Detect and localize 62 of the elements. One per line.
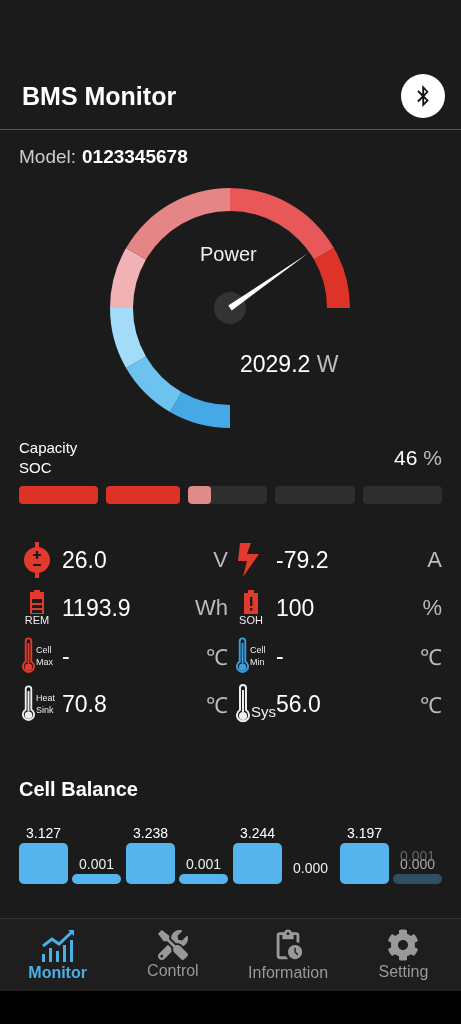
metric-unit: V (213, 547, 228, 573)
model-label: Model: (19, 146, 77, 168)
soc-reading: 46 % (394, 446, 442, 470)
cell-diff: 0.000 (292, 860, 328, 876)
metric-unit: % (422, 595, 442, 621)
metric-unit: ℃ (206, 692, 228, 719)
metric-value: -79.2 (276, 546, 330, 574)
metric-value: - (62, 642, 71, 670)
metric-value: 56.0 (276, 690, 322, 718)
nav-tab[interactable]: Information (230, 919, 346, 991)
nav-tab[interactable]: Control (115, 919, 231, 991)
battery-icon (30, 590, 44, 614)
thermometer-icon (236, 684, 250, 724)
voltage-icon (22, 542, 52, 578)
cell-bar (340, 843, 389, 884)
battery-alert-icon (244, 590, 258, 614)
cell-bar (126, 843, 175, 884)
metric-caption: Cell Min (250, 644, 267, 668)
soc-label: SOC (19, 458, 53, 478)
cell-voltage: 3.238 (132, 825, 168, 841)
metric-unit: A (427, 547, 442, 573)
thermometer-icon (22, 684, 35, 724)
cell-bar (19, 843, 68, 884)
cell-voltage: 3.127 (25, 825, 61, 841)
needle-hub (214, 292, 246, 324)
cell-voltage: 3.244 (239, 825, 275, 841)
metric-caption: SOH (239, 614, 263, 626)
nav-tab[interactable]: Monitor (0, 919, 116, 991)
metric-value: 1193.9 (62, 594, 132, 622)
diff-bar (179, 874, 228, 884)
metric-unit: ℃ (420, 692, 442, 719)
metric-value: 26.0 (62, 546, 108, 574)
chart-icon (39, 928, 76, 962)
tools-icon (157, 930, 188, 960)
section-title: Cell Balance (18, 777, 139, 801)
metric-unit: Wh (195, 595, 228, 621)
metric-unit: ℃ (206, 644, 228, 671)
bluetooth-button[interactable] (401, 74, 445, 118)
metric-value: 100 (276, 594, 316, 622)
model-number: 0123345678 (82, 146, 188, 168)
diff-bar (72, 874, 121, 884)
nav-tab[interactable]: Setting (345, 919, 461, 991)
thermometer-icon (22, 636, 35, 676)
metric-caption: Cell Max (36, 644, 54, 668)
cell-voltage: 3.197 (346, 825, 382, 841)
thermometer-icon (236, 636, 249, 676)
cell-diff: 0.001 (185, 856, 221, 872)
capacity-label: Capacity (19, 438, 78, 458)
metric-caption: Heat Sink (36, 692, 56, 716)
gauge-title: Power (200, 243, 257, 266)
cell-bar (233, 843, 282, 884)
metric-caption: Sys (251, 706, 276, 718)
metric-caption: REM (24, 614, 50, 626)
power-reading: 2029.2 W (240, 351, 339, 378)
settings-icon (387, 929, 420, 961)
app-title: BMS Monitor (22, 82, 177, 111)
lightning-icon (236, 543, 260, 577)
diff-bar (393, 874, 442, 884)
metric-value: 70.8 (62, 690, 108, 718)
metric-value: - (276, 642, 285, 670)
metric-unit: ℃ (420, 644, 442, 671)
cell-diff: 0.001 (78, 856, 114, 872)
